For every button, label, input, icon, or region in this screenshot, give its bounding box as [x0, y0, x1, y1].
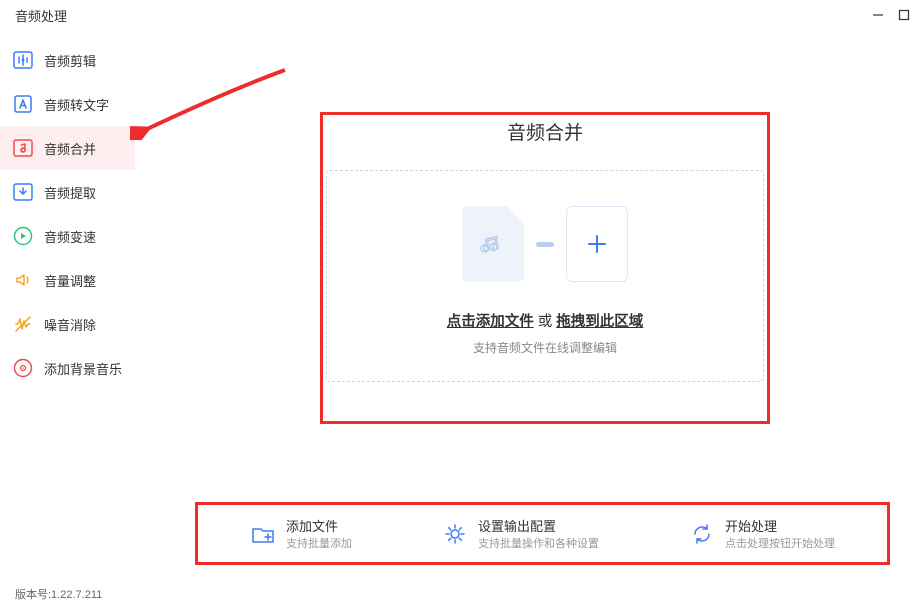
disc-icon	[12, 357, 34, 379]
window-controls	[871, 8, 911, 22]
sidebar: 音频剪辑 音频转文字 音频合并 音频提取 音频变速	[0, 30, 135, 584]
sidebar-item-label: 音频合并	[44, 139, 96, 158]
dropzone-illustration	[347, 206, 743, 282]
dropzone-hint: 支持音频文件在线调整编辑	[347, 339, 743, 356]
sidebar-item-audio-extract[interactable]: 音频提取	[0, 170, 135, 214]
add-files-button[interactable]: 添加文件 支持批量添加	[250, 516, 352, 551]
sidebar-item-label: 音量调整	[44, 271, 96, 290]
sidebar-item-label: 添加背景音乐	[44, 359, 122, 378]
refresh-icon	[689, 521, 715, 547]
titlebar: 音频处理	[0, 0, 921, 30]
output-config-button[interactable]: 设置输出配置 支持批量操作和各种设置	[442, 516, 599, 551]
file-dropzone[interactable]: 点击添加文件或拖拽到此区域 支持音频文件在线调整编辑	[326, 170, 764, 382]
output-config-text: 设置输出配置 支持批量操作和各种设置	[478, 516, 599, 551]
sidebar-item-audio-to-text[interactable]: 音频转文字	[0, 82, 135, 126]
letter-a-icon	[12, 93, 34, 115]
dropzone-primary-text: 点击添加文件或拖拽到此区域	[347, 310, 743, 331]
sidebar-item-label: 音频变速	[44, 227, 96, 246]
bottombar: 添加文件 支持批量添加 设置输出配置 支持批量操作和各种设置 开始处理 点击处理…	[195, 502, 890, 565]
start-process-button[interactable]: 开始处理 点击处理按钮开始处理	[689, 516, 835, 551]
add-files-text: 添加文件 支持批量添加	[286, 516, 352, 551]
speed-icon	[12, 225, 34, 247]
volume-icon	[12, 269, 34, 291]
sidebar-item-label: 音频剪辑	[44, 51, 96, 70]
sidebar-item-label: 音频提取	[44, 183, 96, 202]
panel-title: 音频合并	[326, 118, 764, 145]
sidebar-item-bg-music[interactable]: 添加背景音乐	[0, 346, 135, 390]
waveform-icon	[12, 49, 34, 71]
music-note-icon	[12, 137, 34, 159]
sidebar-item-audio-speed[interactable]: 音频变速	[0, 214, 135, 258]
sidebar-item-audio-merge[interactable]: 音频合并	[0, 126, 135, 170]
version-label: 版本号:1.22.7.211	[15, 586, 102, 602]
sidebar-item-noise-removal[interactable]: 噪音消除	[0, 302, 135, 346]
app-title: 音频处理	[10, 6, 67, 25]
audio-file-icon	[462, 206, 524, 282]
minimize-button[interactable]	[871, 8, 885, 22]
dash-icon	[536, 242, 554, 247]
plus-file-icon	[566, 206, 628, 282]
merge-panel: 音频合并 点击添加文件或拖拽到此区域 支持音频文件在线调整编辑	[326, 118, 764, 382]
noise-icon	[12, 313, 34, 335]
sidebar-item-label: 音频转文字	[44, 95, 109, 114]
sidebar-item-volume-adjust[interactable]: 音量调整	[0, 258, 135, 302]
sidebar-item-label: 噪音消除	[44, 315, 96, 334]
sidebar-item-audio-edit[interactable]: 音频剪辑	[0, 38, 135, 82]
start-process-text: 开始处理 点击处理按钮开始处理	[725, 516, 835, 551]
extract-icon	[12, 181, 34, 203]
gear-icon	[442, 521, 468, 547]
maximize-button[interactable]	[897, 8, 911, 22]
folder-plus-icon	[250, 521, 276, 547]
